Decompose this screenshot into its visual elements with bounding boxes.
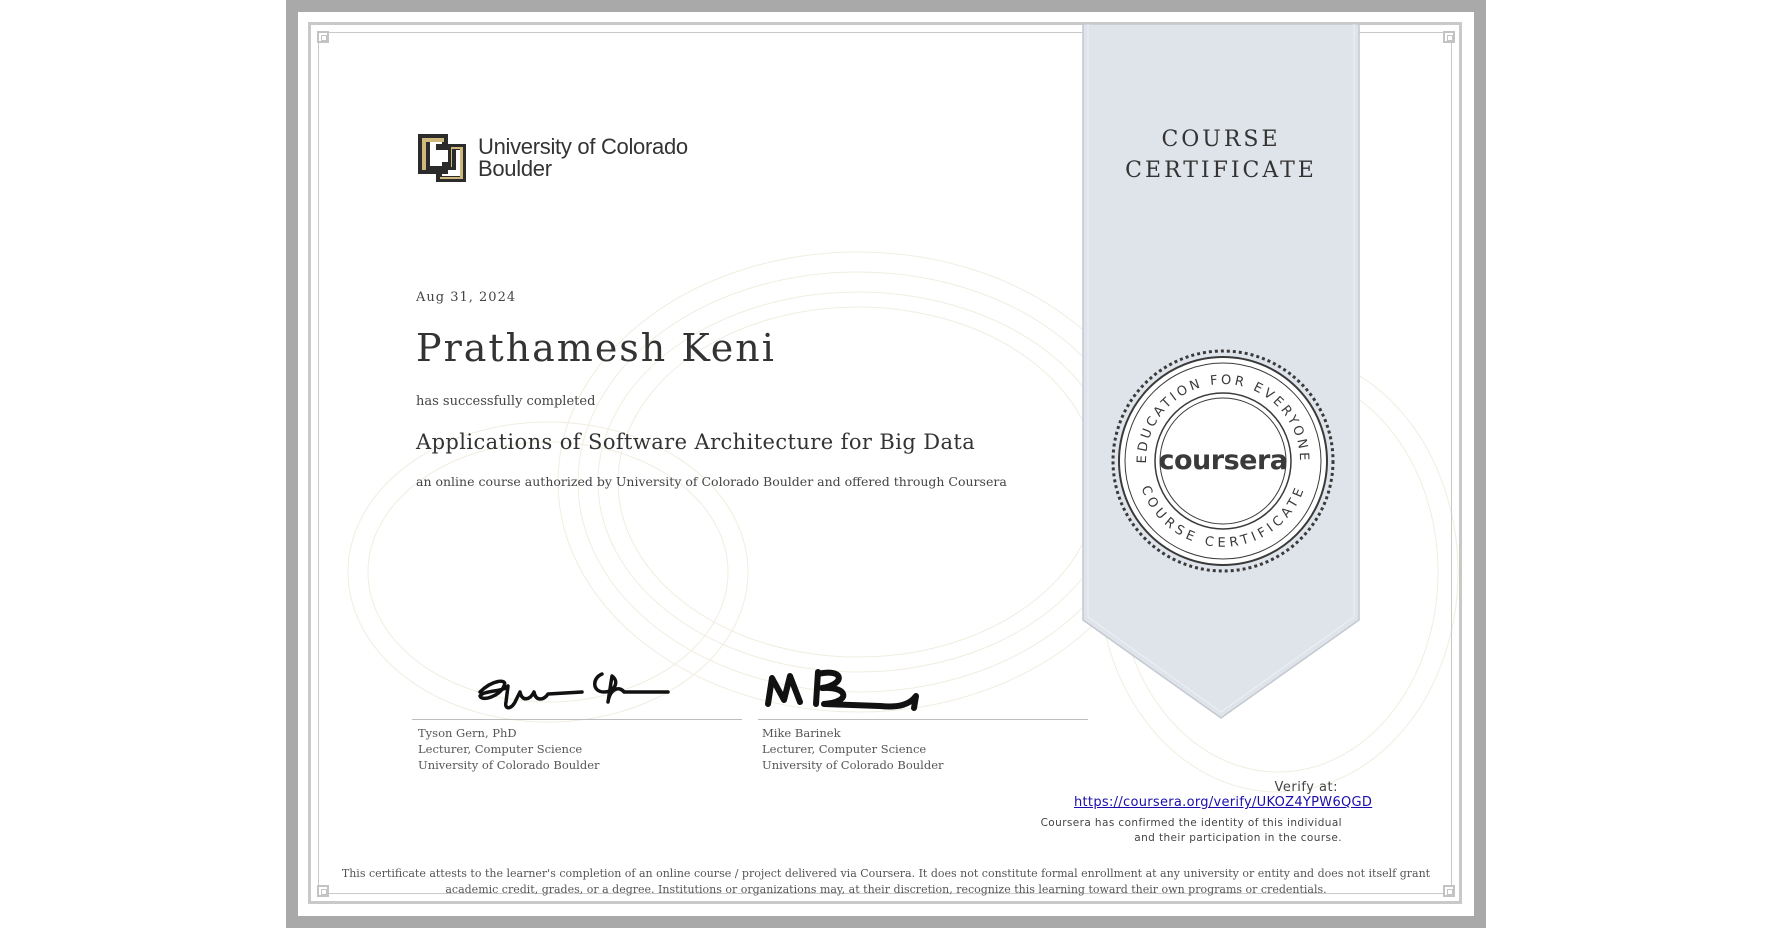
- signature-mike-barinek: [765, 669, 919, 711]
- signatory-1-title: Lecturer, Computer Science: [418, 742, 583, 756]
- corner-ornament: [1443, 31, 1455, 43]
- signatory-1: Tyson Gern, PhD Lecturer, Computer Scien…: [418, 725, 600, 773]
- signatory-2: Mike Barinek Lecturer, Computer Science …: [762, 725, 944, 773]
- signatory-1-name: Tyson Gern, PhD: [418, 726, 517, 740]
- recipient-name: Prathamesh Keni: [416, 326, 776, 370]
- signatory-2-title: Lecturer, Computer Science: [762, 742, 927, 756]
- signature-tyson-gern: [478, 672, 670, 710]
- coursera-seal: EDUCATION FOR EVERYONE COURSE CERTIFICAT…: [1111, 349, 1335, 573]
- disclaimer-text: This certificate attests to the learner'…: [341, 867, 1431, 896]
- certificate-title-line2: CERTIFICATE: [1125, 158, 1317, 183]
- certificate-title: COURSE CERTIFICATE: [1082, 124, 1360, 186]
- signatory-1-org: University of Colorado Boulder: [418, 758, 600, 772]
- verify-link[interactable]: https://coursera.org/verify/UKOZ4YPW6QGD: [1074, 795, 1372, 810]
- certificate-title-line1: COURSE: [1161, 127, 1281, 152]
- institution-name: University of Colorado: [478, 134, 688, 159]
- seal-brand-text: coursera: [1158, 445, 1287, 476]
- certificate-paper: COURSE CERTIFICATE EDUCATION FOR EVERYON…: [298, 12, 1474, 916]
- institution-campus: Boulder: [478, 156, 552, 181]
- signatory-2-name: Mike Barinek: [762, 726, 841, 740]
- corner-ornament: [317, 31, 329, 43]
- university-logo: University of Colorado Boulder: [416, 132, 688, 184]
- course-name: Applications of Software Architecture fo…: [416, 430, 976, 454]
- authorization-text: an online course authorized by Universit…: [416, 474, 1007, 489]
- identity-confirmation: Coursera has confirmed the identity of t…: [1040, 817, 1342, 844]
- verify-label: Verify at:: [1274, 780, 1338, 795]
- signature-line: [758, 719, 1088, 720]
- certificate-sheet: COURSE CERTIFICATE EDUCATION FOR EVERYON…: [286, 0, 1486, 928]
- completed-text: has successfully completed: [416, 394, 596, 409]
- corner-ornament: [1443, 885, 1455, 897]
- signatory-2-org: University of Colorado Boulder: [762, 758, 944, 772]
- completion-date: Aug 31, 2024: [416, 290, 517, 305]
- signature-line: [412, 719, 742, 720]
- cu-logo-icon: [416, 132, 468, 184]
